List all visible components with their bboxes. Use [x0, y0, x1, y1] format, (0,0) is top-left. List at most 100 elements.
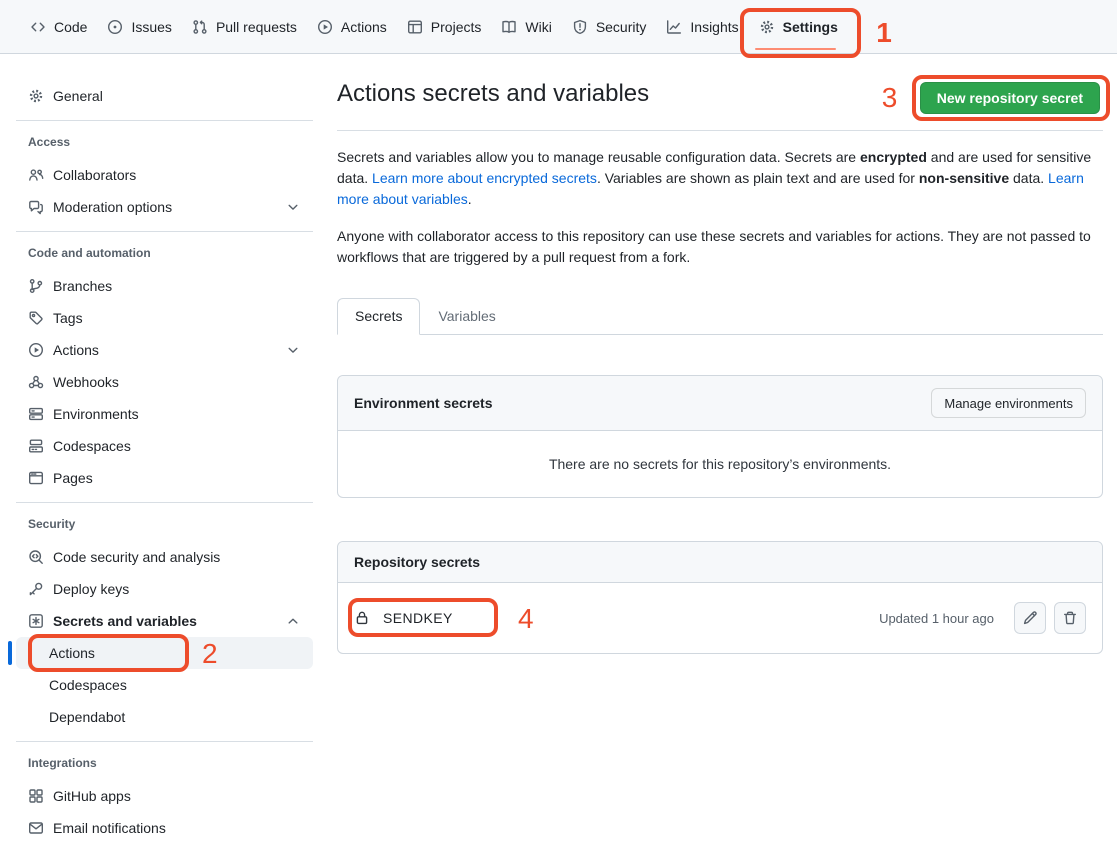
sidebar-item-email-notifications[interactable]: Email notifications [16, 812, 313, 844]
sidebar-item-label: Branches [53, 278, 112, 294]
nav-tab-code[interactable]: Code [22, 12, 95, 42]
sidebar-item-deploy-keys[interactable]: Deploy keys [16, 573, 313, 605]
shield-icon [572, 19, 588, 35]
sidebar-item-webhooks[interactable]: Webhooks [16, 366, 313, 398]
intro-paragraph: Secrets and variables allow you to manag… [337, 147, 1103, 210]
nav-tab-label: Code [54, 19, 87, 35]
new-repository-secret-button[interactable]: New repository secret [920, 82, 1100, 114]
sidebar-item-label: Codespaces [53, 438, 131, 454]
chevron-up-icon [285, 613, 301, 629]
graph-icon [666, 19, 682, 35]
sidebar-section-title: Integrations [16, 756, 313, 770]
sidebar-item-environments[interactable]: Environments [16, 398, 313, 430]
sidebar-item-github-apps[interactable]: GitHub apps [16, 780, 313, 812]
sidebar-item-codespaces[interactable]: Codespaces [16, 430, 313, 462]
intro-text: . Variables are shown as plain text and … [597, 170, 919, 186]
sidebar-item-label: Pages [53, 470, 93, 486]
webhook-icon [28, 374, 44, 390]
trash-icon [1062, 610, 1078, 626]
sidebar-item-tags[interactable]: Tags [16, 302, 313, 334]
active-tab-underline [755, 48, 836, 50]
sidebar-subitem-actions[interactable]: Actions2 [16, 637, 313, 669]
sidebar-item-code-security-and-analysis[interactable]: Code security and analysis [16, 541, 313, 573]
nav-tab-label: Settings [783, 19, 838, 35]
repository-secrets-title: Repository secrets [354, 554, 480, 570]
edit-secret-button[interactable] [1014, 602, 1046, 634]
environment-secrets-header: Environment secrets Manage environments [338, 376, 1102, 431]
repository-secrets-header: Repository secrets [338, 542, 1102, 583]
tab-variables[interactable]: Variables [420, 298, 513, 334]
discussion-icon [28, 199, 44, 215]
sidebar-item-pages[interactable]: Pages [16, 462, 313, 494]
nav-tab-projects[interactable]: Projects [399, 12, 490, 42]
sidebar-section-title: Code and automation [16, 246, 313, 260]
fork-note-paragraph: Anyone with collaborator access to this … [337, 226, 1103, 268]
nav-tab-settings[interactable]: Settings1 [751, 12, 846, 42]
codespaces-icon [28, 438, 44, 454]
apps-icon [28, 788, 44, 804]
intro-text: Secrets and variables allow you to manag… [337, 149, 860, 165]
environment-secrets-empty-text: There are no secrets for this repository… [338, 431, 1102, 497]
lock-icon [354, 610, 370, 626]
sidebar-item-general[interactable]: General [16, 80, 313, 112]
sidebar-item-label: Webhooks [53, 374, 119, 390]
secrets-variables-tabs: Secrets Variables [337, 298, 1103, 335]
sidebar-item-label: Tags [53, 310, 83, 326]
nav-tab-label: Pull requests [216, 19, 297, 35]
code-icon [30, 19, 46, 35]
sidebar-divider [16, 231, 313, 232]
sidebar-item-label: Code security and analysis [53, 549, 220, 565]
sidebar-item-moderation-options[interactable]: Moderation options [16, 191, 313, 223]
sidebar-subitem-codespaces[interactable]: Codespaces [16, 669, 313, 701]
sidebar-item-label: Actions [53, 342, 99, 358]
sidebar-item-label: GitHub apps [53, 788, 131, 804]
secret-updated-text: Updated 1 hour ago [879, 611, 994, 626]
nav-tab-label: Security [596, 19, 647, 35]
chevron-down-icon [285, 199, 301, 215]
tab-secrets[interactable]: Secrets [337, 298, 420, 335]
sidebar-item-label: Environments [53, 406, 139, 422]
environment-secrets-box: Environment secrets Manage environments … [337, 375, 1103, 498]
secret-icon [28, 613, 44, 629]
learn-more-link[interactable]: Learn more about encrypted secrets [372, 170, 597, 186]
sidebar-divider [16, 502, 313, 503]
bold-text: encrypted [860, 149, 927, 165]
delete-secret-button[interactable] [1054, 602, 1086, 634]
manage-environments-button[interactable]: Manage environments [931, 388, 1086, 418]
nav-tab-security[interactable]: Security [564, 12, 655, 42]
server-icon [28, 406, 44, 422]
sidebar-item-label: Deploy keys [53, 581, 129, 597]
people-icon [28, 167, 44, 183]
nav-tab-pull-requests[interactable]: Pull requests [184, 12, 305, 42]
key-icon [28, 581, 44, 597]
sidebar-item-label: Moderation options [53, 199, 172, 215]
page-title: Actions secrets and variables [337, 80, 649, 108]
sidebar-section-title: Access [16, 135, 313, 149]
sidebar-item-label: Email notifications [53, 820, 166, 836]
codescan-icon [28, 549, 44, 565]
sidebar-item-branches[interactable]: Branches [16, 270, 313, 302]
sidebar-item-collaborators[interactable]: Collaborators [16, 159, 313, 191]
nav-tab-issues[interactable]: Issues [99, 12, 179, 42]
sidebar-subitem-label: Dependabot [49, 709, 125, 725]
gear-icon [28, 88, 44, 104]
annotation-label-1: 1 [876, 19, 892, 47]
active-item-indicator [8, 641, 12, 665]
environment-secrets-title: Environment secrets [354, 395, 493, 411]
sidebar-subitem-dependabot[interactable]: Dependabot [16, 701, 313, 733]
tag-icon [28, 310, 44, 326]
sidebar-section-title: Security [16, 517, 313, 531]
settings-sidebar: General Access Collaborators Moderation opt… [0, 54, 337, 854]
annotation-label-2: 2 [202, 640, 218, 668]
sidebar-item-secrets-and-variables[interactable]: Secrets and variables [16, 605, 313, 637]
bold-text: non-sensitive [919, 170, 1009, 186]
annotation-label-3: 3 [882, 84, 898, 112]
sidebar-item-label: Collaborators [53, 167, 136, 183]
browser-icon [28, 470, 44, 486]
sidebar-item-actions[interactable]: Actions [16, 334, 313, 366]
annotation-label-4: 4 [518, 605, 534, 633]
nav-tab-actions[interactable]: Actions [309, 12, 395, 42]
nav-tab-insights[interactable]: Insights [658, 12, 746, 42]
settings-main: Actions secrets and variables 3 New repo… [337, 54, 1117, 654]
nav-tab-wiki[interactable]: Wiki [493, 12, 559, 42]
